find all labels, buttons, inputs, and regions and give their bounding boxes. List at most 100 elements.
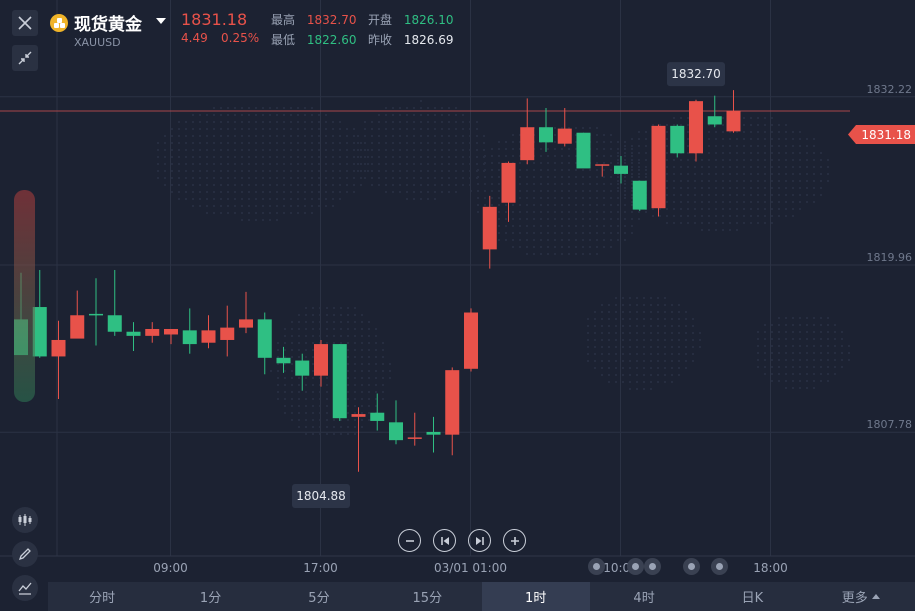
stat-low: 最低 1822.60 [271, 31, 356, 48]
timeframe-tab[interactable]: 1分 [156, 582, 264, 611]
scroll-back-button[interactable] [433, 529, 456, 552]
candle-body [51, 339, 66, 357]
stat-open-label: 开盘 [368, 13, 393, 27]
scroll-dot [627, 558, 644, 575]
caret-up-icon [871, 594, 880, 599]
y-tick-label: 1832.22 [867, 83, 913, 96]
candle-body [389, 422, 403, 441]
candle-body [332, 344, 347, 419]
candle-body [445, 370, 460, 435]
indicator-chart-icon [18, 582, 32, 595]
stat-high: 最高 1832.70 [271, 11, 356, 28]
price-change: 4.49 [181, 31, 208, 45]
candle-body [576, 132, 591, 169]
candle-style-button[interactable] [12, 507, 38, 533]
candlestick-icon [18, 514, 32, 526]
candle-body [482, 206, 497, 250]
chart-area[interactable]: 1832.22 1819.96 1807.78 09:00 17:00 03/01 01:… [0, 0, 915, 582]
current-price-tag: 1831.18 [848, 125, 915, 144]
stat-prev-close-value: 1826.69 [403, 33, 454, 47]
candle-body [557, 128, 572, 144]
candle-body [501, 162, 516, 203]
candle-body [314, 344, 328, 376]
candle-body [689, 101, 703, 154]
low-marker-label: 1804.88 [296, 489, 346, 503]
candle-body [614, 165, 628, 174]
timeframe-tab[interactable]: 日K [698, 582, 806, 611]
candle-body [89, 313, 103, 316]
candle-body [295, 360, 310, 376]
candle-body [257, 319, 272, 358]
skip-back-icon [440, 536, 449, 545]
stat-prev-close: 昨收 1826.69 [368, 31, 453, 48]
zoom-out-button[interactable] [398, 529, 421, 552]
candle-body [70, 315, 85, 339]
timeframe-tab[interactable]: 5分 [265, 582, 373, 611]
high-marker-label: 1832.70 [671, 67, 721, 81]
stat-low-label: 最低 [271, 33, 296, 47]
instrument-name: 现货黄金 [74, 15, 142, 35]
candle-body [370, 412, 385, 421]
zoom-in-button[interactable] [503, 529, 526, 552]
timeframe-tab[interactable]: 4时 [590, 582, 698, 611]
candle-body [145, 328, 160, 336]
collapse-button[interactable] [12, 45, 38, 71]
candle-body [126, 331, 141, 336]
indicator-button[interactable] [12, 575, 38, 601]
x-tick-label: 09:00 [153, 561, 188, 575]
minus-icon [405, 539, 414, 542]
collapse-arrows-icon [18, 51, 32, 65]
skip-forward-icon [475, 536, 484, 545]
scroll-dot [711, 558, 728, 575]
x-tick-label: 17:00 [303, 561, 338, 575]
candle-body [670, 125, 685, 154]
price-change-percent: 0.25% [221, 31, 260, 45]
candle-body [632, 180, 647, 210]
candle-body [239, 319, 253, 328]
candle-body [520, 127, 535, 161]
candle-body [539, 127, 553, 143]
y-tick-label: 1807.78 [867, 418, 913, 431]
stat-low-value: 1822.60 [306, 33, 357, 47]
stat-high-label: 最高 [271, 13, 296, 27]
scroll-dot [683, 558, 700, 575]
candle-body [726, 110, 741, 132]
plus-icon [510, 536, 519, 545]
gold-coin-icon [50, 14, 68, 32]
candle-body [351, 414, 366, 417]
x-tick-label: 18:00 [753, 561, 788, 575]
stat-open: 开盘 1826.10 [368, 11, 453, 28]
chevron-down-icon[interactable] [156, 18, 166, 24]
candle-body [464, 312, 478, 369]
timeframe-tab[interactable]: 1时 [481, 582, 590, 611]
candle-body [276, 357, 291, 364]
world-map-texture [157, 100, 850, 435]
stat-high-value: 1832.70 [306, 13, 357, 27]
timeframe-bar: 分时 1分 5分 15分 1时 4时 日K 更多 [48, 582, 915, 611]
candle-body [201, 330, 216, 343]
last-price: 1831.18 [181, 10, 248, 29]
y-tick-label: 1819.96 [867, 251, 913, 264]
candle-body [164, 328, 178, 335]
candlestick-chart[interactable]: 1832.22 1819.96 1807.78 09:00 17:00 03/01 01:… [0, 0, 915, 582]
range-slider[interactable] [14, 190, 35, 402]
timeframe-tab[interactable]: 15分 [373, 582, 481, 611]
close-icon [18, 16, 32, 30]
candle-body [220, 327, 235, 340]
scroll-dot [644, 558, 661, 575]
timeframe-tab[interactable]: 分时 [48, 582, 156, 611]
stat-open-value: 1826.10 [403, 13, 454, 27]
candle-body [651, 125, 666, 209]
candle-body [426, 431, 441, 435]
pencil-icon [18, 548, 31, 561]
timeframe-tab[interactable]: 更多 [807, 582, 915, 611]
draw-tool-button[interactable] [12, 541, 38, 567]
stat-prev-close-label: 昨收 [368, 33, 393, 47]
candle-body [182, 330, 197, 345]
scroll-forward-button[interactable] [468, 529, 491, 552]
close-button[interactable] [12, 10, 38, 36]
candle-body [595, 164, 610, 166]
x-tick-label: 03/01 01:00 [434, 561, 507, 575]
candle-body [707, 116, 722, 125]
candle-body [107, 315, 122, 332]
